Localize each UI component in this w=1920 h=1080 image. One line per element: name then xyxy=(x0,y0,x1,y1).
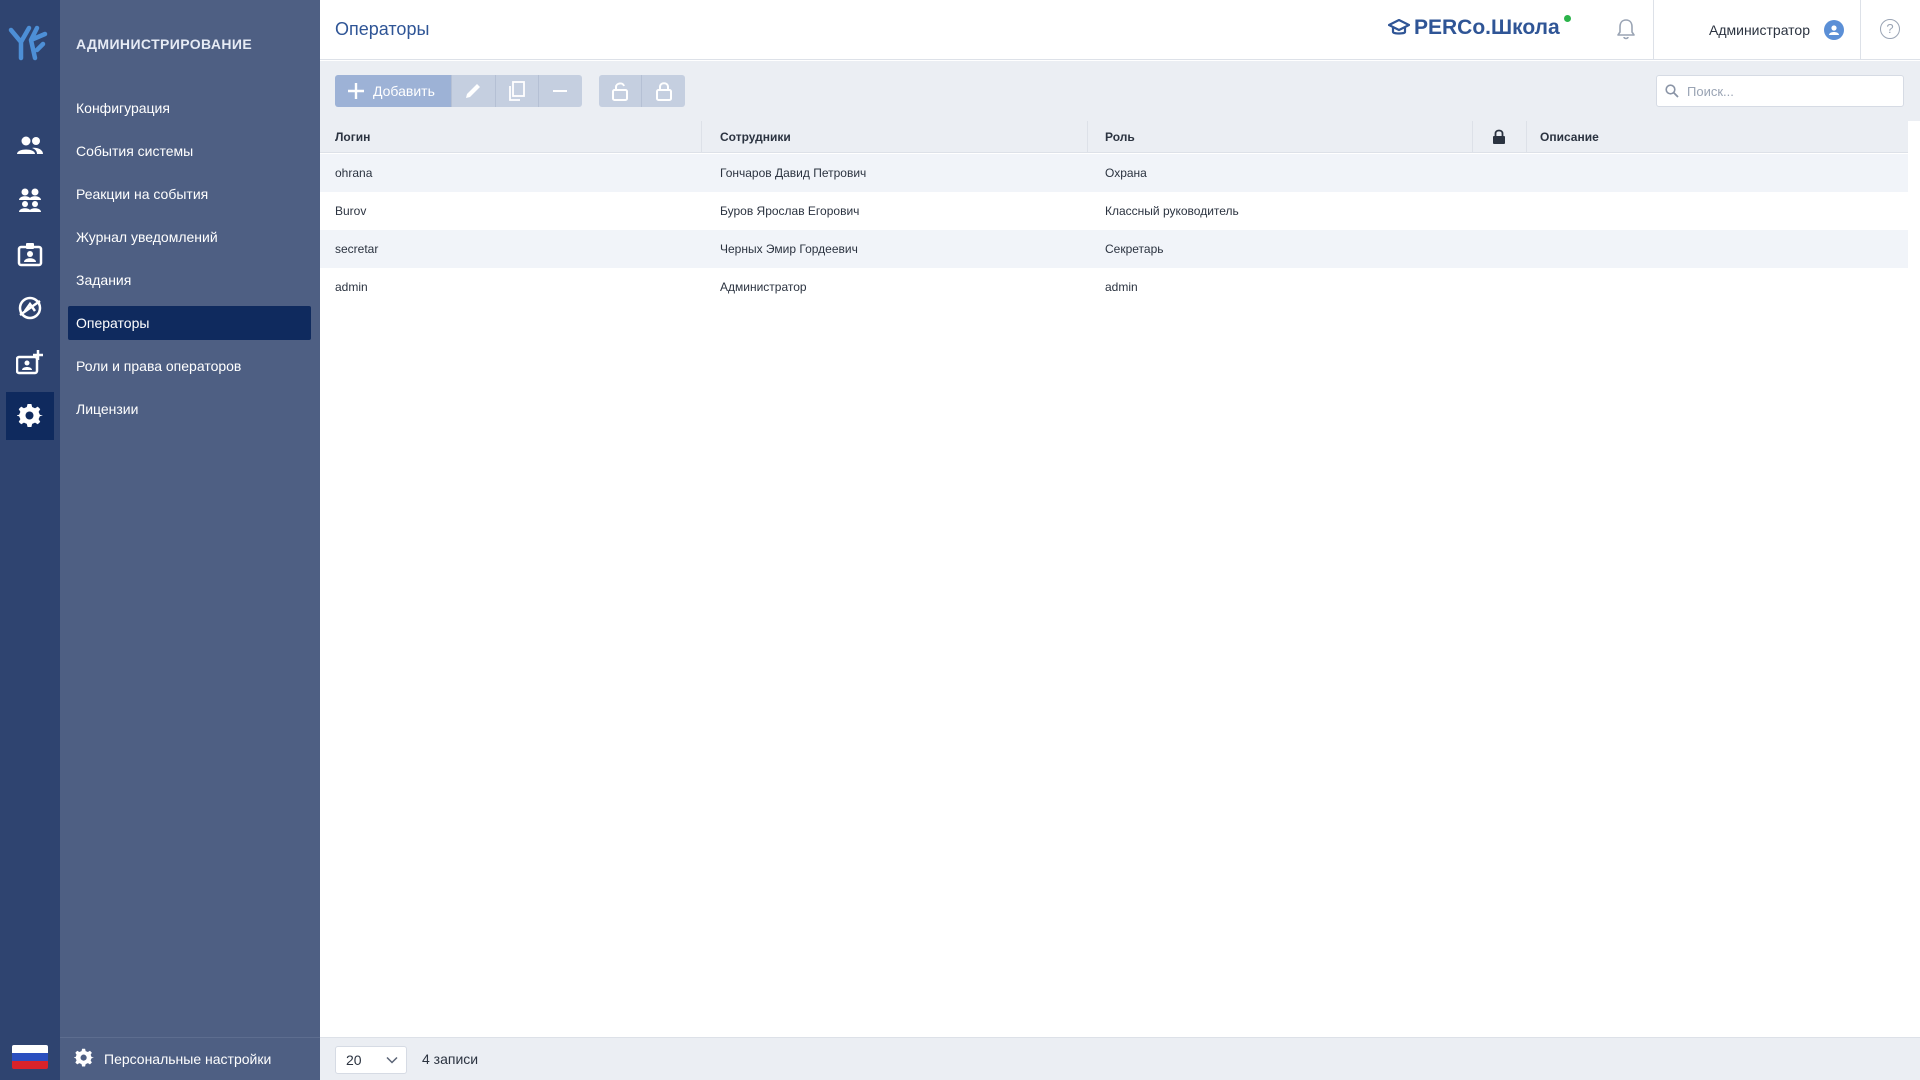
brand-logo: PERCo.Школа xyxy=(1388,15,1571,40)
add-button[interactable]: Добавить xyxy=(335,75,452,107)
pencil-icon xyxy=(466,84,481,98)
menu-item-configuration[interactable]: Конфигурация xyxy=(68,91,311,125)
search-icon xyxy=(1665,84,1679,98)
bell-icon[interactable] xyxy=(1616,18,1636,45)
menu-item-operator-roles[interactable]: Роли и права операторов xyxy=(68,349,311,383)
column-divider xyxy=(1472,121,1473,153)
search-input[interactable] xyxy=(1687,83,1887,99)
section-title: АДМИНИСТРИРОВАНИЕ xyxy=(76,36,253,52)
cell-role: admin xyxy=(1105,280,1138,294)
personal-settings-button[interactable]: Персональные настройки xyxy=(60,1037,320,1080)
cell-login: admin xyxy=(335,280,368,294)
column-divider xyxy=(1087,121,1088,153)
table-row[interactable]: Burov Буров Ярослав Егорович Классный ру… xyxy=(320,192,1908,230)
column-header-description[interactable]: Описание xyxy=(1540,121,1599,153)
cell-login: secretar xyxy=(335,242,379,256)
settings-gear-icon xyxy=(73,1048,104,1071)
records-count: 4 записи xyxy=(422,1051,479,1067)
pagination-bar: 20 4 записи xyxy=(320,1037,1920,1080)
cell-role: Классный руководитель xyxy=(1105,204,1239,218)
perco-logo-icon[interactable] xyxy=(7,20,53,66)
column-divider xyxy=(1526,121,1527,153)
page-title: Операторы xyxy=(335,19,430,39)
table-row[interactable]: ohrana Гончаров Давид Петрович Охрана xyxy=(320,154,1908,192)
column-divider xyxy=(701,121,702,153)
column-header-employees[interactable]: Сотрудники xyxy=(720,121,791,153)
page-size-select[interactable]: 20 xyxy=(335,1046,407,1074)
cell-employee: Гончаров Давид Петрович xyxy=(720,166,867,180)
header-divider xyxy=(1653,0,1654,60)
lock-button-group xyxy=(599,75,685,107)
users-icon[interactable] xyxy=(6,122,54,170)
minus-icon xyxy=(553,90,568,92)
personal-settings-label: Персональные настройки xyxy=(104,1051,272,1067)
column-header-role[interactable]: Роль xyxy=(1105,121,1135,153)
menu-item-operators[interactable]: Операторы xyxy=(68,306,311,340)
menu-item-tasks[interactable]: Задания xyxy=(68,263,311,297)
graduation-cap-icon xyxy=(1388,19,1410,35)
add-button-label: Добавить xyxy=(373,83,435,99)
lock-icon xyxy=(655,82,672,101)
cell-role: Секретарь xyxy=(1105,242,1164,256)
menu-item-system-events[interactable]: События системы xyxy=(68,134,311,168)
groups-icon[interactable] xyxy=(6,176,54,224)
add-badge-icon[interactable] xyxy=(6,338,54,386)
delete-button[interactable] xyxy=(538,75,582,107)
gear-icon[interactable] xyxy=(6,392,54,440)
menu-item-event-reactions[interactable]: Реакции на события xyxy=(68,177,311,211)
edit-button[interactable] xyxy=(451,75,496,107)
badge-icon[interactable] xyxy=(6,230,54,278)
brand-name: PERCo.Школа xyxy=(1414,16,1560,39)
access-icon[interactable] xyxy=(6,284,54,332)
column-header-locked[interactable] xyxy=(1492,121,1512,153)
user-menu[interactable]: Администратор xyxy=(1709,20,1845,40)
avatar-icon xyxy=(1824,20,1845,40)
header-divider xyxy=(1860,0,1861,60)
chevron-down-icon xyxy=(386,1056,398,1064)
copy-icon xyxy=(508,81,525,101)
copy-button[interactable] xyxy=(495,75,539,107)
menu-item-notification-log[interactable]: Журнал уведомлений xyxy=(68,220,311,254)
status-dot xyxy=(1564,15,1571,22)
edit-button-group: Добавить xyxy=(335,75,582,107)
cell-login: Burov xyxy=(335,204,367,218)
table-row[interactable]: secretar Черных Эмир Гордеевич Секретарь xyxy=(320,230,1908,268)
column-header-login[interactable]: Логин xyxy=(335,121,370,153)
help-icon[interactable]: ? xyxy=(1880,19,1900,39)
table-row[interactable]: admin Администратор admin xyxy=(320,268,1908,306)
menu-item-licenses[interactable]: Лицензии xyxy=(68,392,311,426)
table-header: Логин Сотрудники Роль Описание xyxy=(320,121,1908,153)
icon-rail xyxy=(0,0,60,1080)
plus-icon xyxy=(348,83,364,99)
main-content: Добавить Логин Сотрудники Роль xyxy=(320,61,1920,1038)
cell-login: ohrana xyxy=(335,166,373,180)
unlock-icon xyxy=(612,82,628,101)
admin-menu: АДМИНИСТРИРОВАНИЕ Конфигурация События с… xyxy=(60,0,320,1080)
cell-employee: Черных Эмир Гордеевич xyxy=(720,242,858,256)
search-box[interactable] xyxy=(1656,75,1904,107)
user-name: Администратор xyxy=(1709,22,1811,38)
page-size-value: 20 xyxy=(346,1052,362,1068)
language-flag-icon[interactable] xyxy=(12,1045,48,1069)
unlock-button[interactable] xyxy=(599,75,642,107)
lock-button[interactable] xyxy=(642,75,685,107)
cell-role: Охрана xyxy=(1105,166,1147,180)
top-header: Операторы PERCo.Школа Администратор ? xyxy=(320,0,1920,60)
cell-employee: Администратор xyxy=(720,280,807,294)
cell-employee: Буров Ярослав Егорович xyxy=(720,204,860,218)
lock-column-icon xyxy=(1493,129,1505,144)
